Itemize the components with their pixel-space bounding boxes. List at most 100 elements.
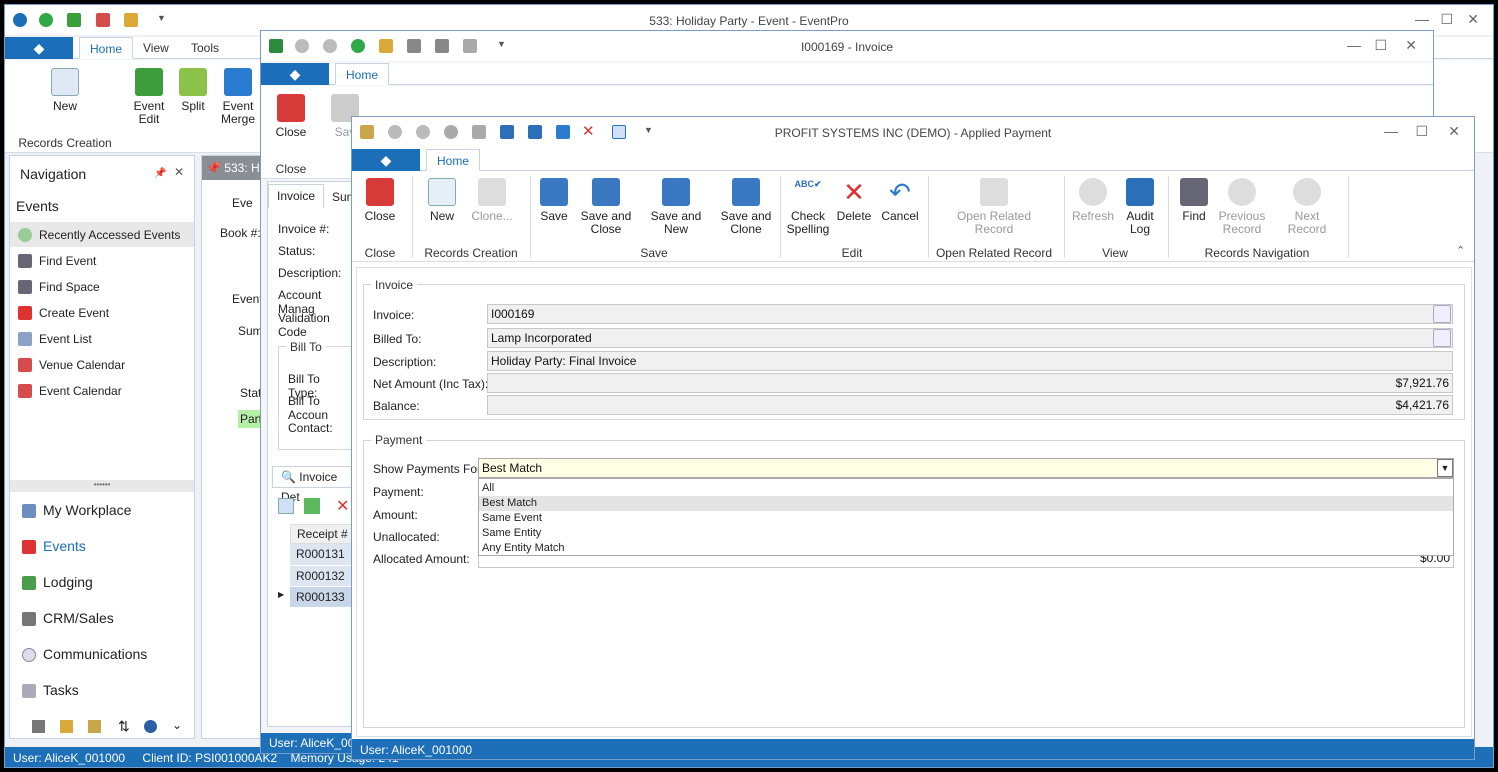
- net-amount-label: Net Amount (Inc Tax):: [373, 377, 489, 391]
- payment-form: Invoice Invoice: Billed To: Description:…: [356, 267, 1472, 737]
- pin-icon[interactable]: 📌: [154, 168, 166, 179]
- tab-home[interactable]: Home: [335, 63, 390, 85]
- nav-big-events[interactable]: Events: [22, 538, 86, 554]
- tab-view[interactable]: View: [133, 37, 179, 59]
- clone-button[interactable]: Clone...: [466, 178, 518, 223]
- summary-tab[interactable]: Sum: [238, 324, 263, 338]
- description-field[interactable]: Holiday Party: Final Invoice: [487, 351, 1453, 371]
- copy-icon[interactable]: [88, 720, 101, 733]
- clone-icon: [478, 178, 506, 206]
- receipt-row-0[interactable]: R000131: [290, 544, 354, 565]
- binoculars-icon: [18, 280, 32, 294]
- invoice-tab[interactable]: Invoice: [268, 184, 324, 208]
- nav-big-workplace[interactable]: My Workplace: [22, 502, 131, 518]
- nav-item-create-event[interactable]: Create Event: [18, 306, 109, 320]
- maximize-icon[interactable]: ☐: [1440, 11, 1453, 28]
- nav-big-tasks[interactable]: Tasks: [22, 682, 79, 698]
- collapse-ribbon-icon[interactable]: ⌃: [1456, 244, 1465, 257]
- invoice-field[interactable]: I000169: [487, 304, 1453, 324]
- close-icon[interactable]: ✕: [1467, 11, 1479, 28]
- billed-to-field[interactable]: Lamp Incorporated: [487, 328, 1453, 348]
- events-tab[interactable]: Event: [232, 292, 263, 306]
- option-best-match[interactable]: Best Match: [479, 496, 1453, 511]
- nav-section-title: Events: [16, 198, 59, 214]
- close-icon[interactable]: ✕: [1405, 37, 1417, 54]
- globe-icon[interactable]: [144, 720, 157, 733]
- close-button[interactable]: Close: [271, 94, 311, 139]
- close-button[interactable]: Close: [360, 178, 400, 223]
- option-same-entity[interactable]: Same Entity: [479, 526, 1453, 541]
- contact-label: Contact:: [288, 421, 333, 435]
- cancel-button[interactable]: ↶ Cancel: [880, 178, 920, 223]
- balance-field[interactable]: $4,421.76: [487, 395, 1453, 415]
- nav-big-crm[interactable]: CRM/Sales: [22, 610, 114, 626]
- sort-icon[interactable]: ⇅: [118, 718, 130, 735]
- open-related-button[interactable]: Open Related Record: [948, 178, 1040, 236]
- event-merge-button[interactable]: Event Merge: [217, 68, 259, 126]
- new-row-icon[interactable]: [278, 498, 294, 514]
- option-all[interactable]: All: [479, 481, 1453, 496]
- payment-app-menu[interactable]: ◆: [352, 149, 420, 171]
- new-button[interactable]: New: [424, 178, 460, 223]
- receipt-row-1[interactable]: R000132: [290, 565, 354, 586]
- nav-splitter[interactable]: ••••••: [10, 480, 194, 492]
- nav-item-event-calendar[interactable]: Event Calendar: [18, 384, 122, 398]
- event-edit-button[interactable]: Event Edit: [129, 68, 169, 126]
- nav-big-lodging[interactable]: Lodging: [22, 574, 93, 590]
- invoice-details-tab[interactable]: 🔍 Invoice Det: [272, 466, 354, 504]
- maximize-icon[interactable]: ☐: [1374, 37, 1387, 54]
- new-button[interactable]: New: [45, 68, 85, 113]
- clipboard-icon[interactable]: [60, 720, 73, 733]
- check-spelling-button[interactable]: ABC✔ Check Spelling: [784, 178, 832, 236]
- nav-item-event-list[interactable]: Event List: [18, 332, 92, 346]
- delete-button[interactable]: ✕ Delete: [836, 178, 872, 223]
- tab-home[interactable]: Home: [426, 149, 481, 171]
- close-icon[interactable]: ✕: [1448, 123, 1460, 140]
- delete-icon[interactable]: ✕: [336, 496, 349, 516]
- nav-item-find-event[interactable]: Find Event: [18, 254, 96, 268]
- find-button[interactable]: Find: [1176, 178, 1212, 223]
- audit-log-button[interactable]: Audit Log: [1120, 178, 1160, 236]
- receipt-row-2[interactable]: R000133: [290, 586, 354, 607]
- nav-close-icon[interactable]: ✕: [174, 165, 184, 179]
- billed-to-lookup-icon[interactable]: [1433, 329, 1451, 347]
- chevron-down-icon[interactable]: ▼: [1437, 459, 1453, 477]
- delete-x-icon: ✕: [840, 178, 868, 206]
- save-button[interactable]: Save: [536, 178, 572, 223]
- show-payments-label: Show Payments For:: [373, 462, 485, 476]
- book-label: Book #:: [220, 226, 261, 240]
- maximize-icon[interactable]: ☐: [1415, 123, 1428, 140]
- save-close-button[interactable]: Save and Close: [578, 178, 634, 236]
- payment-box-title: Payment: [371, 433, 427, 447]
- chevron-down-icon[interactable]: ⌄: [172, 718, 182, 732]
- save-new-button[interactable]: Save and New: [638, 178, 714, 236]
- nav-big-communications[interactable]: Communications: [22, 646, 147, 662]
- minimize-icon[interactable]: —: [1347, 37, 1361, 53]
- invoice-app-menu[interactable]: ◆: [261, 63, 329, 85]
- invoice-lookup-icon[interactable]: [1433, 305, 1451, 323]
- refresh-button[interactable]: Refresh: [1070, 178, 1116, 223]
- tab-home[interactable]: Home: [79, 37, 134, 59]
- calculator-icon[interactable]: [32, 720, 45, 733]
- save-clone-button[interactable]: Save and Clone: [720, 178, 772, 236]
- nav-item-find-space[interactable]: Find Space: [18, 280, 100, 294]
- previous-record-button[interactable]: Previous Record: [1218, 178, 1266, 236]
- main-title: 533: Holiday Party - Event - EventPro: [649, 14, 849, 28]
- list-icon: [18, 332, 32, 346]
- main-app-menu[interactable]: ◆: [5, 37, 73, 59]
- save-clone-icon: [732, 178, 760, 206]
- net-amount-field[interactable]: $7,921.76: [487, 373, 1453, 393]
- tab-tools[interactable]: Tools: [181, 37, 229, 59]
- close-group: Close: [364, 246, 396, 260]
- option-same-event[interactable]: Same Event: [479, 511, 1453, 526]
- nav-item-recent[interactable]: Recently Accessed Events: [18, 228, 180, 242]
- nav-item-venue-calendar[interactable]: Venue Calendar: [18, 358, 125, 372]
- show-payments-select[interactable]: Best Match: [478, 458, 1454, 478]
- option-any-entity[interactable]: Any Entity Match: [479, 541, 1453, 556]
- minimize-icon[interactable]: —: [1384, 123, 1398, 139]
- minimize-icon[interactable]: —: [1415, 11, 1429, 27]
- next-record-button[interactable]: Next Record: [1274, 178, 1340, 236]
- copy-icon[interactable]: [304, 498, 320, 514]
- show-payments-dropdown[interactable]: All Best Match Same Event Same Entity An…: [478, 478, 1454, 556]
- split-button[interactable]: Split: [175, 68, 211, 113]
